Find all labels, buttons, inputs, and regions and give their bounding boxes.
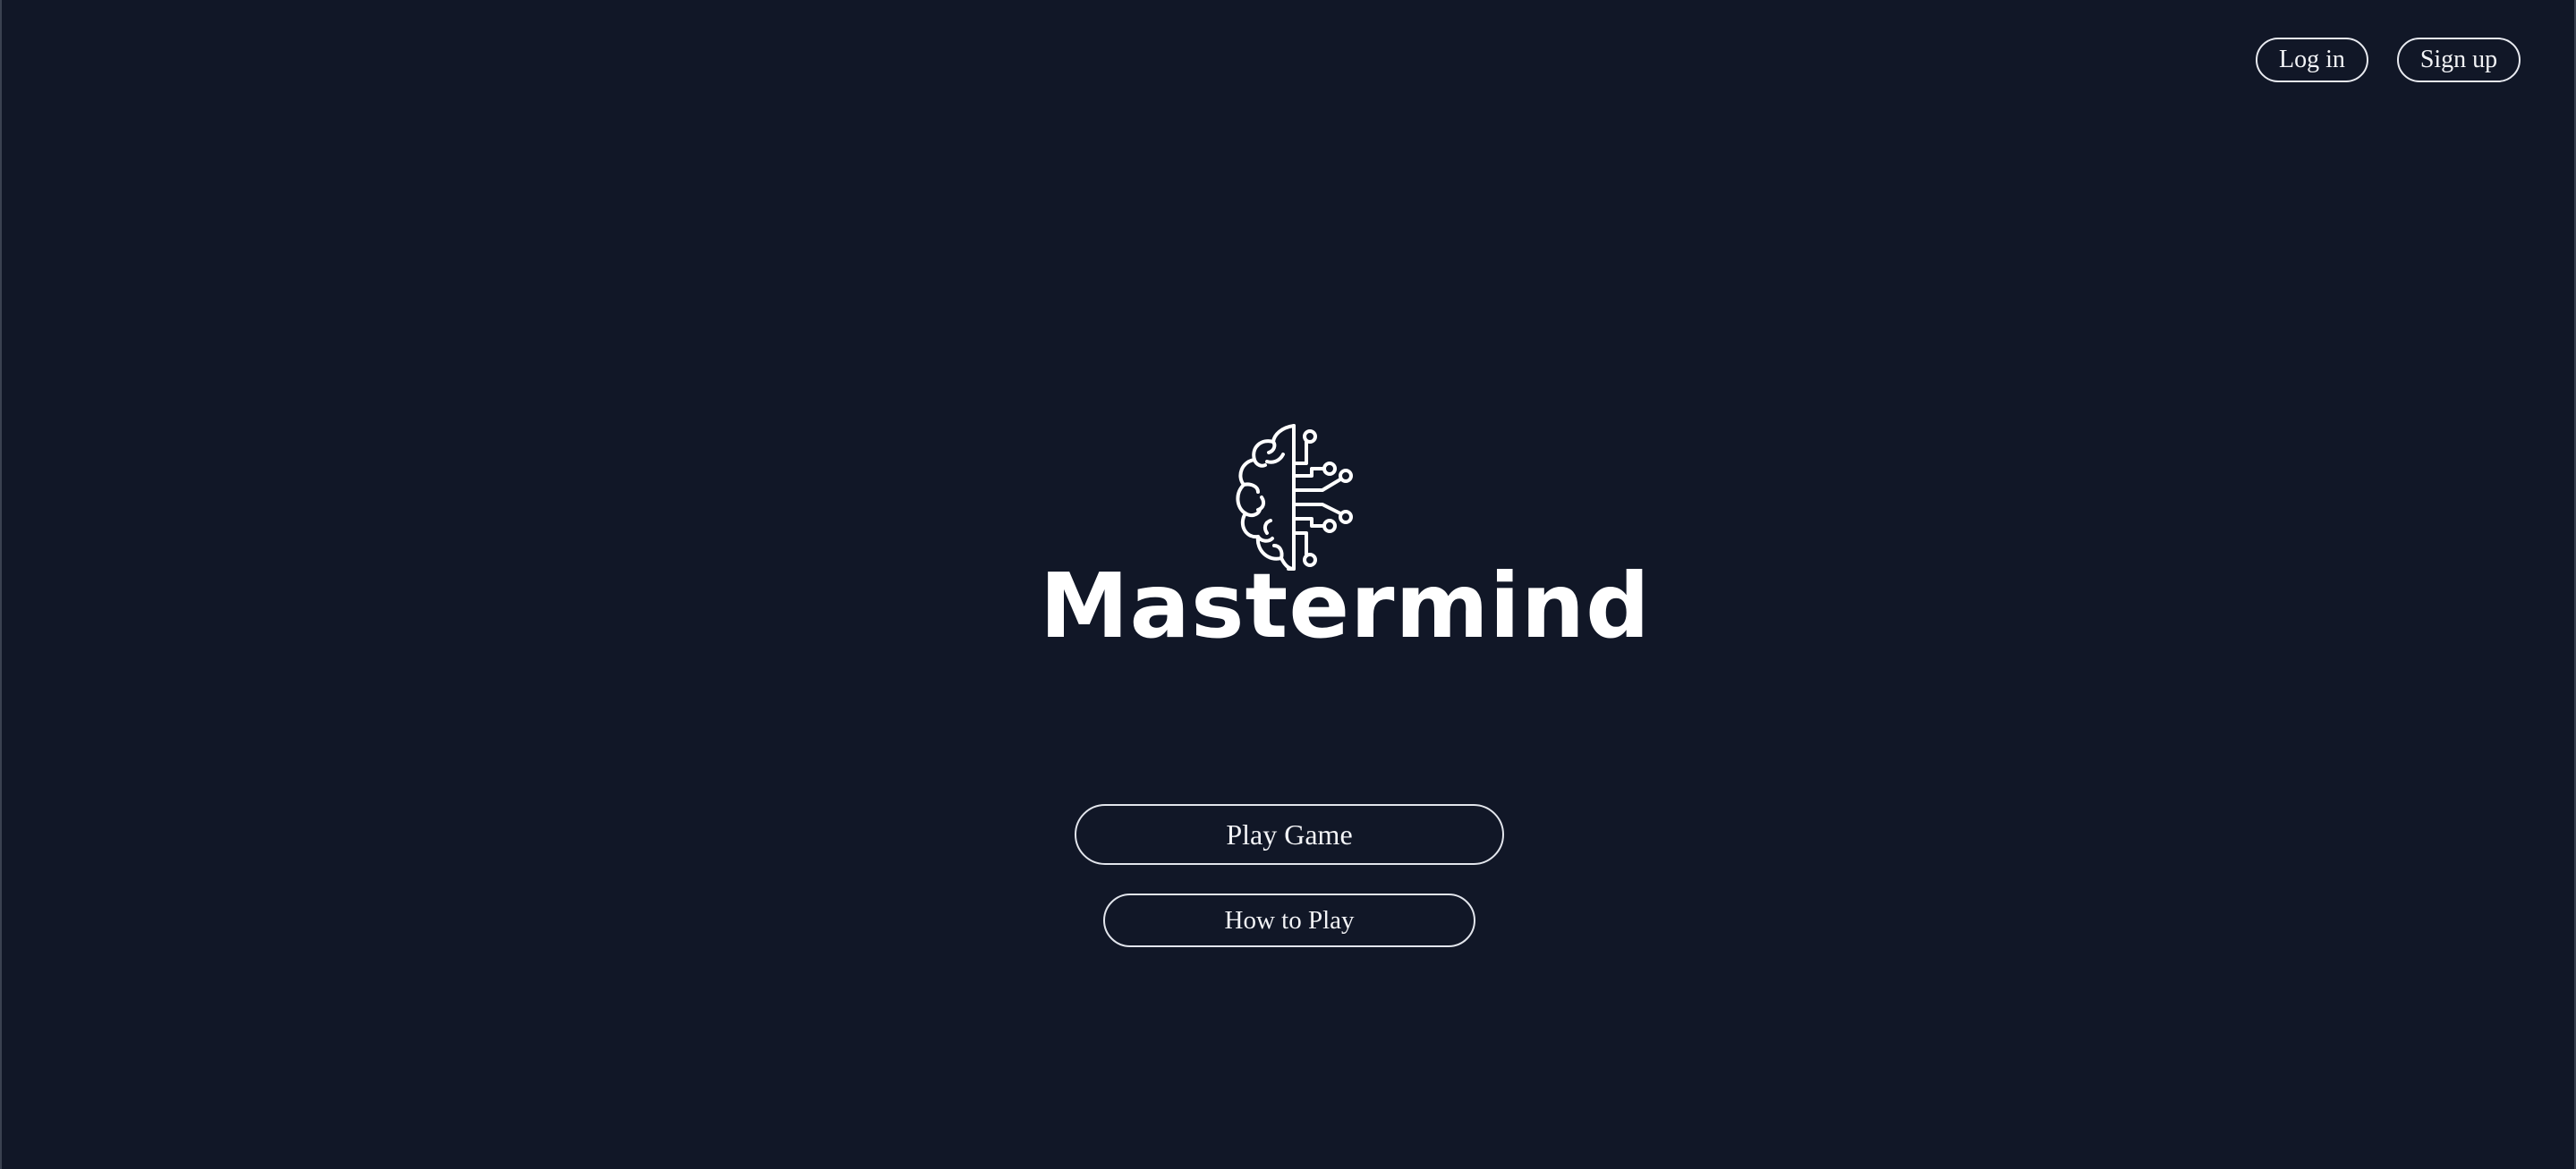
app-title: Mastermind (1040, 554, 1651, 658)
play-game-button[interactable]: Play Game (1075, 804, 1504, 865)
login-button[interactable]: Log in (2256, 38, 2368, 82)
brain-circuit-icon (1236, 424, 1353, 571)
signup-button[interactable]: Sign up (2397, 38, 2521, 82)
how-to-play-button[interactable]: How to Play (1103, 894, 1475, 947)
landing-page: Log in Sign up Mastermind Play Game How … (0, 0, 2576, 1169)
